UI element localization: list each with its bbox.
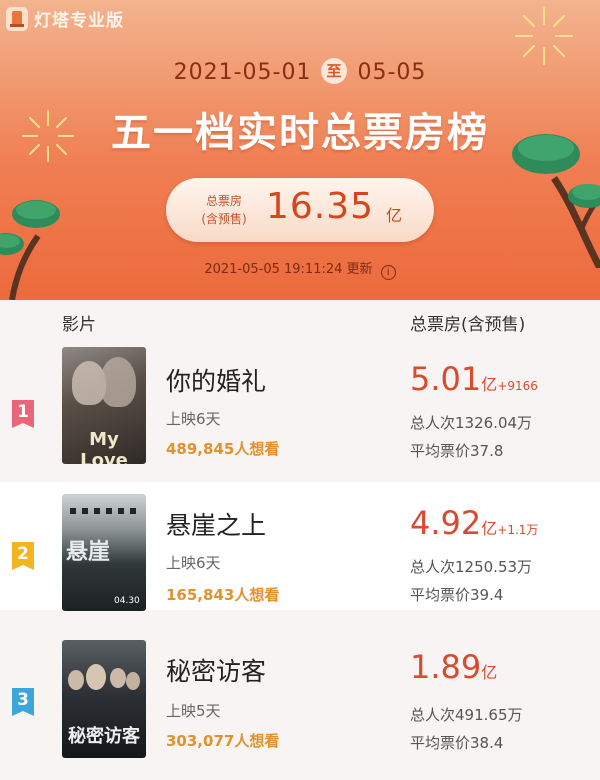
box-office-number: 4.92 bbox=[410, 504, 482, 542]
date-range: 2021-05-01 至 05-05 bbox=[0, 58, 600, 85]
update-time: 2021-05-05 19:11:24 更新 i bbox=[0, 258, 600, 280]
brand: 灯塔专业版 bbox=[6, 6, 124, 31]
box-office-delta: +1.1万 bbox=[497, 523, 539, 537]
date-start: 2021-05-01 bbox=[173, 60, 312, 85]
date-separator: 至 bbox=[321, 58, 348, 84]
total-label-line1: 总票房 bbox=[205, 194, 242, 208]
movie-row[interactable]: 3 秘密访客 秘密访客 上映5天 303,077人想看 1.89亿 总人次491… bbox=[0, 626, 600, 780]
want-to-see-count: 303,077人想看 bbox=[166, 732, 280, 750]
column-header-box-office: 总票房(含预售) bbox=[410, 315, 526, 335]
pine-tree-left-icon bbox=[0, 200, 60, 300]
movie-poster-image[interactable]: My Love bbox=[62, 347, 146, 464]
average-ticket-price: 平均票价38.4 bbox=[410, 734, 504, 752]
total-viewers: 总人次491.65万 bbox=[410, 706, 523, 724]
box-office-value: 5.01亿+9166 bbox=[410, 360, 538, 398]
run-days: 上映5天 bbox=[166, 702, 221, 720]
header-banner: 灯塔专业版 2021-05-01 至 05-05 五一档实时总票房榜 总票房 (… bbox=[0, 0, 600, 300]
info-icon[interactable]: i bbox=[380, 265, 396, 280]
movie-row[interactable]: 2 悬崖 04.30 悬崖之上 上映6天 165,843人想看 4.92亿+1.… bbox=[0, 482, 600, 611]
want-to-see-count: 165,843人想看 bbox=[166, 586, 280, 604]
date-end: 05-05 bbox=[357, 60, 427, 85]
run-days: 上映6天 bbox=[166, 410, 221, 428]
box-office-value: 4.92亿+1.1万 bbox=[410, 504, 538, 542]
box-office-unit: 亿 bbox=[481, 375, 498, 394]
box-office-value: 1.89亿 bbox=[410, 648, 497, 686]
box-office-unit: 亿 bbox=[481, 519, 498, 538]
total-viewers: 总人次1326.04万 bbox=[410, 414, 533, 432]
lighthouse-logo-icon bbox=[6, 6, 28, 31]
average-ticket-price: 平均票价39.4 bbox=[410, 586, 504, 604]
total-label-line2: (含预售) bbox=[201, 212, 247, 226]
total-label: 总票房 (含预售) bbox=[192, 192, 256, 228]
want-to-see-count: 489,845人想看 bbox=[166, 440, 280, 458]
box-office-number: 1.89 bbox=[410, 648, 482, 686]
total-unit: 亿 bbox=[386, 206, 403, 225]
total-box-office-pill: 总票房 (含预售) 16.35 亿 bbox=[166, 178, 434, 242]
box-office-delta: +9166 bbox=[497, 379, 538, 393]
run-days: 上映6天 bbox=[166, 554, 221, 572]
movie-row[interactable]: 1 My Love 你的婚礼 上映6天 489,845人想看 5.01亿+916… bbox=[0, 342, 600, 470]
brand-name: 灯塔专业版 bbox=[34, 11, 124, 31]
total-viewers: 总人次1250.53万 bbox=[410, 558, 533, 576]
page-title: 五一档实时总票房榜 bbox=[111, 110, 489, 156]
column-header-film: 影片 bbox=[62, 315, 96, 335]
movie-title[interactable]: 悬崖之上 bbox=[166, 506, 266, 542]
update-time-text: 2021-05-05 19:11:24 更新 bbox=[204, 262, 373, 277]
movie-poster-image[interactable]: 秘密访客 bbox=[62, 640, 146, 758]
box-office-number: 5.01 bbox=[410, 360, 482, 398]
total-value: 16.35 bbox=[266, 186, 375, 227]
average-ticket-price: 平均票价37.8 bbox=[410, 442, 504, 460]
movie-title[interactable]: 秘密访客 bbox=[166, 652, 266, 688]
movie-poster-image[interactable]: 悬崖 04.30 bbox=[62, 494, 146, 611]
movie-title[interactable]: 你的婚礼 bbox=[166, 362, 266, 398]
box-office-unit: 亿 bbox=[481, 663, 498, 682]
